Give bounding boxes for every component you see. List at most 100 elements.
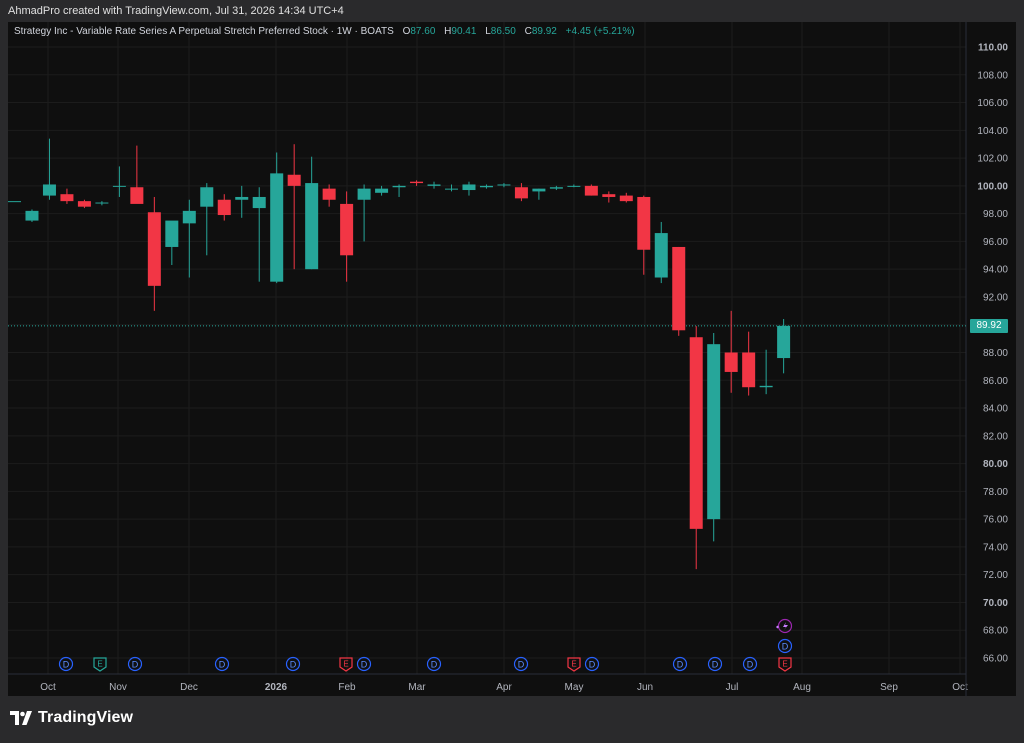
candle-body — [25, 210, 39, 221]
dividend-marker-label: D — [63, 660, 70, 670]
y-tick-label: 82.00 — [983, 431, 1008, 442]
candle-body — [217, 199, 231, 216]
candle-body — [270, 173, 284, 282]
dividend-marker-label: D — [589, 660, 596, 670]
y-tick-label: 102.00 — [977, 154, 1008, 165]
candle-body — [287, 174, 301, 186]
lightning-icon — [783, 622, 788, 630]
y-tick-label: 70.00 — [983, 598, 1008, 609]
earnings-marker-label: E — [782, 660, 787, 669]
candle-body — [130, 187, 144, 204]
candle-body — [742, 352, 756, 388]
x-tick-label: Oct — [40, 682, 56, 693]
candle-body — [759, 385, 773, 388]
y-tick-label: 106.00 — [977, 98, 1008, 109]
y-tick-label: 100.00 — [977, 181, 1008, 192]
candle-body — [672, 246, 686, 331]
y-tick-label: 108.00 — [977, 70, 1008, 81]
earnings-marker-label: E — [97, 660, 102, 669]
candle-body — [200, 187, 214, 207]
candle-body — [549, 187, 563, 189]
dividend-marker-label: D — [747, 660, 754, 670]
candle-body — [707, 344, 721, 520]
candle-body — [95, 202, 109, 204]
dividend-marker-label: D — [518, 660, 525, 670]
x-tick-label: 2026 — [265, 682, 288, 693]
x-tick-label: Aug — [793, 682, 811, 693]
y-tick-label: 68.00 — [983, 626, 1008, 637]
x-tick-label: Jun — [637, 682, 653, 693]
candle-body — [375, 188, 389, 193]
candle-body — [532, 188, 546, 192]
low-value: 86.50 — [490, 26, 516, 37]
candle-body — [322, 188, 336, 200]
candle-body — [392, 185, 406, 188]
candle-body — [42, 184, 56, 196]
candle-body — [305, 183, 319, 270]
earnings-marker-label: E — [571, 660, 576, 669]
candle-body — [182, 210, 196, 224]
change-value: +4.45 (+5.21%) — [565, 26, 635, 37]
candle-body — [724, 352, 738, 372]
candle-body — [235, 196, 249, 200]
x-tick-label: Jul — [726, 682, 739, 693]
candle-body — [602, 194, 616, 197]
chart-legend: Strategy Inc - Variable Rate Series A Pe… — [14, 26, 635, 37]
author-credit: AhmadPro created with TradingView.com, J… — [8, 5, 344, 17]
y-tick-label: 94.00 — [983, 265, 1008, 276]
y-tick-label: 98.00 — [983, 209, 1008, 220]
candle-body — [567, 185, 581, 187]
candle-body — [777, 325, 791, 359]
candle-body — [654, 233, 668, 278]
dividend-marker-label: D — [361, 660, 368, 670]
dividend-marker-label: D — [431, 660, 438, 670]
x-tick-label: Dec — [180, 682, 198, 693]
candle-body — [462, 184, 476, 191]
high-value: 90.41 — [451, 26, 477, 37]
x-tick-label: Mar — [408, 682, 426, 693]
candle-body — [514, 187, 528, 199]
candle-body — [77, 201, 91, 207]
candle-body — [8, 201, 21, 203]
dividend-marker-label: D — [132, 660, 139, 670]
y-tick-label: 78.00 — [983, 487, 1008, 498]
x-tick-label: Nov — [109, 682, 127, 693]
y-tick-label: 92.00 — [983, 292, 1008, 303]
y-tick-label: 86.00 — [983, 376, 1008, 387]
y-tick-label: 104.00 — [977, 126, 1008, 137]
dividend-marker-label: D — [290, 660, 297, 670]
y-tick-label: 110.00 — [978, 43, 1008, 54]
earnings-marker-label: E — [343, 660, 348, 669]
symbol-title[interactable]: Strategy Inc - Variable Rate Series A Pe… — [14, 26, 394, 37]
top-bar: AhmadPro created with TradingView.com, J… — [0, 0, 1024, 22]
candlestick-chart[interactable]: 110.00 108.00 106.00 104.00 102.00 100.00 98.0… — [8, 22, 1016, 696]
tradingview-logo-icon — [10, 711, 32, 725]
candle-body — [619, 195, 633, 202]
candle-body — [689, 337, 703, 529]
footer: TradingView — [0, 696, 1024, 743]
candle-body — [427, 184, 441, 186]
candle-body — [252, 196, 266, 209]
dividend-marker-label: D — [712, 660, 719, 670]
y-tick-label: 76.00 — [983, 515, 1008, 526]
candle-body — [340, 203, 354, 256]
y-tick-label: 96.00 — [983, 237, 1008, 248]
x-tick-label: Feb — [338, 682, 356, 693]
candle-body — [147, 212, 161, 286]
tradingview-brand[interactable]: TradingView — [10, 709, 133, 727]
x-tick-label: Apr — [496, 682, 512, 693]
y-tick-label: 84.00 — [983, 404, 1008, 415]
candle-body — [60, 194, 74, 202]
chart-panel[interactable]: 110.00 108.00 106.00 104.00 102.00 100.00 98.0… — [8, 22, 1016, 696]
x-tick-label: May — [565, 682, 584, 693]
open-value: 87.60 — [410, 26, 436, 37]
y-tick-label: 66.00 — [983, 654, 1008, 665]
y-tick-label: 88.00 — [983, 348, 1008, 359]
last-price-tag: 89.92 — [970, 319, 1008, 333]
close-value: 89.92 — [531, 26, 557, 37]
candle-body — [497, 184, 511, 186]
dividend-marker-label: D — [677, 660, 684, 670]
close-label: C — [524, 26, 532, 37]
candle-body — [637, 196, 651, 250]
candle-body — [410, 181, 424, 184]
